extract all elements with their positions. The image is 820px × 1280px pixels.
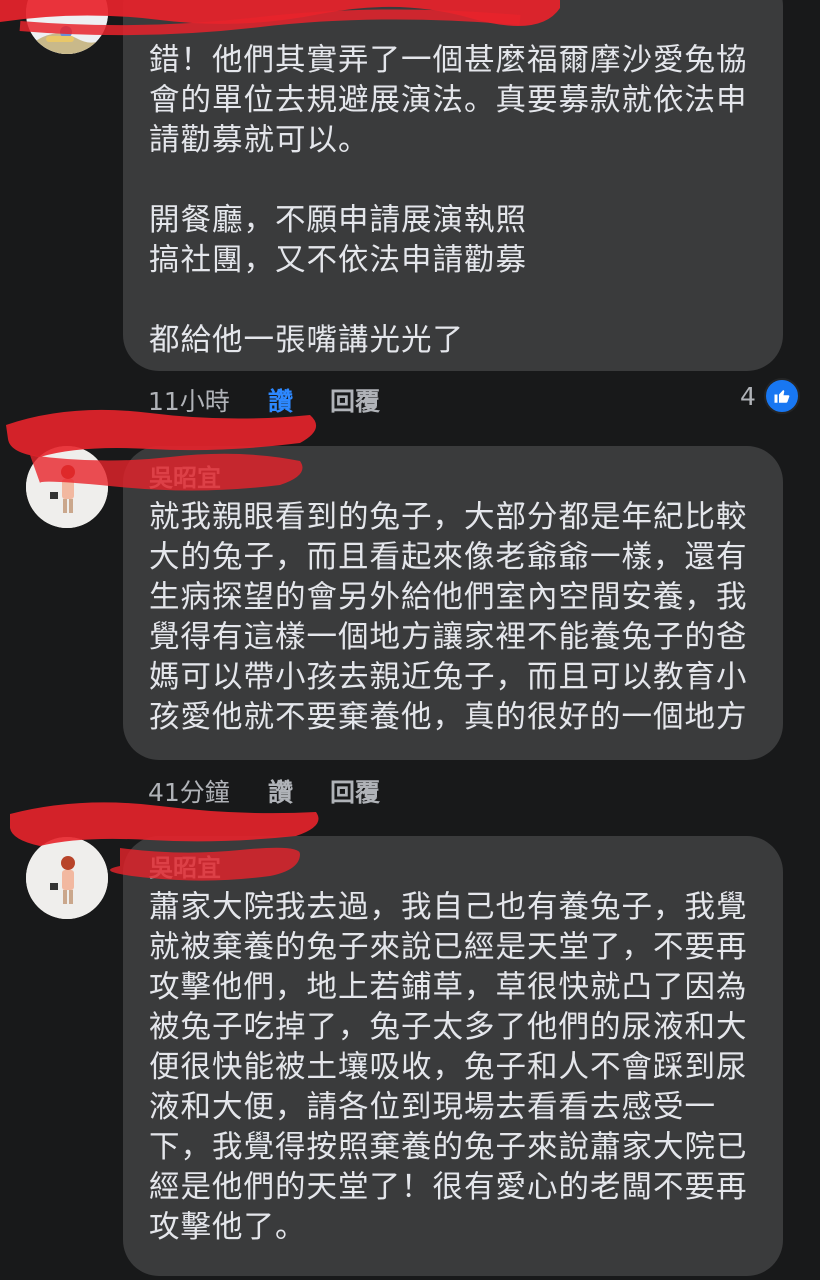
comment-text-line: 搞社團，又不依法申請勸募	[149, 243, 527, 278]
comment-text-line: 便很快能被土壤吸收，兔子和人不會踩到尿	[149, 1050, 748, 1085]
reaction-count: 4	[740, 381, 756, 411]
commenter-avatar[interactable]	[26, 0, 108, 54]
reaction-summary[interactable]: 4	[740, 378, 800, 414]
comment-text-line: 大的兔子，而且看起來像老爺爺一樣，還有	[149, 540, 748, 575]
comment-text-line: 經是他們的天堂了！很有愛心的老闆不要再	[149, 1170, 748, 1205]
comment-text-line: 請勸募就可以。	[149, 123, 370, 158]
comment-timestamp[interactable]: 41分鐘	[148, 773, 268, 809]
comment-thread: 錯！他們其實弄了一個甚麼福爾摩沙愛兔協 會的單位去規避展演法。真要募款就依法申 …	[0, 0, 820, 1280]
comment-text-line: 媽可以帶小孩去親近兔子，而且可以教育小	[149, 660, 748, 695]
comment-actions: 11小時 讚 回覆	[148, 382, 380, 418]
comment-text-line: 生病探望的會另外給他們室內空間安養，我	[149, 580, 748, 615]
commenter-avatar[interactable]	[26, 837, 108, 919]
like-button[interactable]: 讚	[268, 382, 330, 418]
avatar-image-icon	[26, 837, 108, 919]
commenter-name[interactable]: 吳昭宜	[149, 458, 221, 493]
comment-text-line: 孩愛他就不要棄養他，真的很好的一個地方	[149, 700, 748, 735]
comment-bubble: 錯！他們其實弄了一個甚麼福爾摩沙愛兔協 會的單位去規避展演法。真要募款就依法申 …	[123, 0, 783, 371]
comment-text-line: 錯！他們其實弄了一個甚麼福爾摩沙愛兔協	[149, 43, 748, 78]
comment-text-line: 蕭家大院我去過，我自己也有養兔子，我覺	[149, 890, 748, 925]
comment-text-line: 就我親眼看到的兔子，大部分都是年紀比較	[149, 500, 748, 535]
comment-text-line: 被兔子吃掉了，兔子太多了他們的尿液和大	[149, 1010, 748, 1045]
comment-bubble: 吳昭宜 蕭家大院我去過，我自己也有養兔子，我覺 就被棄養的兔子來說已經是天堂了，…	[123, 836, 783, 1276]
comment-text-line: 都給他一張嘴講光光了	[149, 323, 464, 358]
comment-text-line: 覺得有這樣一個地方讓家裡不能養兔子的爸	[149, 620, 748, 655]
reply-button[interactable]: 回覆	[330, 382, 380, 418]
comment-text-line: 下，我覺得按照棄養的兔子來說蕭家大院已	[149, 1130, 748, 1165]
comment-text-line: 開餐廳，不願申請展演執照	[149, 203, 527, 238]
commenter-name[interactable]: 吳昭宜	[149, 848, 221, 883]
reply-button[interactable]: 回覆	[330, 773, 380, 809]
avatar-image-icon	[26, 0, 108, 54]
comment-text-line: 攻擊他了。	[149, 1210, 307, 1245]
avatar-image-icon	[26, 446, 108, 528]
comment-text-line: 液和大便，請各位到現場去看看去感受一	[149, 1090, 716, 1125]
comment-text-line: 就被棄養的兔子來說已經是天堂了，不要再	[149, 930, 748, 965]
like-thumb-icon	[763, 378, 800, 414]
like-button[interactable]: 讚	[268, 773, 330, 809]
comment-text-line: 攻擊他們，地上若鋪草，草很快就凸了因為	[149, 970, 748, 1005]
comment-bubble: 吳昭宜 就我親眼看到的兔子，大部分都是年紀比較 大的兔子，而且看起來像老爺爺一樣…	[123, 446, 783, 760]
commenter-avatar[interactable]	[26, 446, 108, 528]
comment-actions: 41分鐘 讚 回覆	[148, 773, 380, 809]
comment-timestamp[interactable]: 11小時	[148, 382, 268, 418]
comment-text-line: 會的單位去規避展演法。真要募款就依法申	[149, 83, 748, 118]
